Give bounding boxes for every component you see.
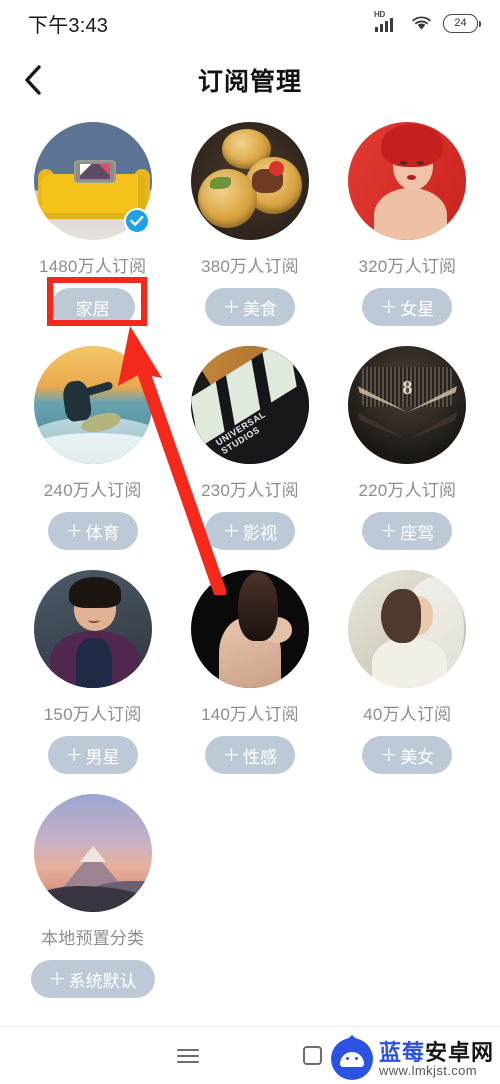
category-item-actor[interactable]: 150万人订阅 ＋ 男星 [14, 570, 171, 774]
plus-icon: ＋ [222, 745, 240, 765]
nav-menu-button[interactable] [125, 1027, 250, 1084]
category-button-label: 座驾 [400, 523, 435, 543]
avatar[interactable] [33, 346, 152, 464]
category-button-actress[interactable]: ＋ 女星 [362, 288, 453, 326]
category-item-sexy[interactable]: 140万人订阅 ＋ 性感 [171, 570, 328, 774]
phone-screen: 下午3:43 HD 24 订阅管理 1480万人订阅 家居 380万人订阅 ＋ … [0, 0, 500, 1084]
category-button-beauty[interactable]: ＋ 美女 [362, 736, 453, 774]
red-portrait-photo [348, 122, 467, 240]
avatar-wrap[interactable] [33, 794, 152, 912]
category-button-actor[interactable]: ＋ 男星 [47, 736, 138, 774]
plus-icon: ＋ [65, 521, 83, 541]
hamburger-menu-icon [176, 1045, 199, 1067]
category-button-label: 美女 [400, 747, 435, 767]
category-item-sports[interactable]: 240万人订阅 ＋ 体育 [14, 346, 171, 550]
square-recents-icon [303, 1046, 322, 1065]
clapperboard-photo: UNIVERSAL STUDIOS [190, 346, 309, 464]
avatar-wrap[interactable] [348, 122, 467, 240]
plus-icon: ＋ [380, 521, 398, 541]
category-item-home[interactable]: 1480万人订阅 家居 [14, 122, 171, 326]
category-item-cars[interactable]: 8 220万人订阅 ＋ 座驾 [329, 346, 486, 550]
subscriber-count: 150万人订阅 [43, 705, 142, 724]
category-button-label: 家居 [75, 299, 110, 319]
chevron-left-icon [24, 65, 42, 95]
avatar[interactable] [190, 570, 309, 688]
subscriber-count: 40万人订阅 [363, 705, 452, 724]
category-button-label: 男星 [85, 747, 120, 767]
male-celebrity-photo [33, 570, 152, 688]
avatar[interactable] [33, 794, 152, 912]
category-button-sexy[interactable]: ＋ 性感 [204, 736, 295, 774]
subscriber-count: 1480万人订阅 [38, 257, 147, 276]
subscriber-count: 320万人订阅 [358, 257, 457, 276]
avatar-wrap[interactable] [33, 122, 152, 240]
subscriber-count: 230万人订阅 [201, 481, 299, 500]
surfer-sunset-photo [33, 346, 152, 464]
nav-empty-slot [375, 1027, 500, 1084]
avatar-wrap[interactable] [33, 570, 152, 688]
plus-icon: ＋ [222, 297, 240, 317]
avatar[interactable]: UNIVERSAL STUDIOS [190, 346, 309, 464]
category-button-movies[interactable]: ＋ 影视 [204, 512, 295, 550]
category-button-label: 美食 [242, 299, 277, 319]
category-button-food[interactable]: ＋ 美食 [204, 288, 295, 326]
system-nav-bar [0, 1026, 500, 1084]
category-button-system-default[interactable]: ＋ 系统默认 [30, 960, 155, 998]
plus-icon: ＋ [380, 745, 398, 765]
battery-icon: 24 [443, 13, 481, 33]
plus-icon: ＋ [222, 521, 240, 541]
avatar[interactable] [348, 570, 467, 688]
battery-level: 24 [454, 16, 467, 29]
v8-car-emblem-photo: 8 [348, 346, 467, 464]
young-woman-photo [348, 570, 467, 688]
avatar[interactable] [33, 570, 152, 688]
subscriber-count: 本地预置分类 [41, 929, 145, 948]
category-button-cars[interactable]: ＋ 座驾 [362, 512, 453, 550]
nav-back-slot[interactable] [0, 1027, 125, 1084]
subscriber-count: 380万人订阅 [201, 257, 299, 276]
status-time: 下午3:43 [28, 14, 109, 37]
wifi-icon [411, 15, 432, 31]
category-item-food[interactable]: 380万人订阅 ＋ 美食 [171, 122, 328, 326]
avatar-wrap[interactable] [190, 122, 309, 240]
header-bar: 订阅管理 [0, 46, 500, 114]
avatar[interactable]: 8 [348, 346, 467, 464]
avatar[interactable] [348, 122, 467, 240]
category-button-sports[interactable]: ＋ 体育 [47, 512, 138, 550]
subscribed-check-icon [123, 208, 150, 234]
category-button-label: 系统默认 [68, 971, 137, 991]
mountain-sunset-photo [33, 794, 152, 912]
subscriber-count: 140万人订阅 [201, 705, 299, 724]
category-button-label: 女星 [400, 299, 435, 319]
avatar-wrap[interactable]: 8 [348, 346, 467, 464]
food-tarts-photo [190, 122, 309, 240]
status-icons: HD 24 [374, 10, 481, 33]
avatar-wrap[interactable]: UNIVERSAL STUDIOS [190, 346, 309, 464]
category-grid: 1480万人订阅 家居 380万人订阅 ＋ 美食 320万人订阅 ＋ 女星 24… [0, 122, 500, 1018]
category-item-system-default[interactable]: 本地预置分类 ＋ 系统默认 [14, 794, 171, 998]
category-button-home[interactable]: 家居 [50, 288, 135, 326]
category-item-beauty[interactable]: 40万人订阅 ＋ 美女 [329, 570, 486, 774]
category-item-actress[interactable]: 320万人订阅 ＋ 女星 [329, 122, 486, 326]
plus-icon: ＋ [48, 969, 66, 989]
category-button-label: 性感 [242, 747, 277, 767]
nav-recents-button[interactable] [250, 1027, 375, 1084]
signal-bars-icon: HD [374, 10, 400, 33]
status-bar: 下午3:43 HD 24 [0, 0, 500, 46]
page-title: 订阅管理 [197, 68, 302, 96]
category-button-label: 体育 [85, 523, 120, 543]
signal-bars-glyph [375, 18, 394, 32]
avatar[interactable] [190, 122, 309, 240]
back-button[interactable] [0, 46, 66, 114]
avatar-wrap[interactable] [190, 570, 309, 688]
category-item-movies[interactable]: UNIVERSAL STUDIOS 230万人订阅 ＋ 影视 [171, 346, 328, 550]
category-button-label: 影视 [242, 523, 277, 543]
bare-back-photo [190, 570, 309, 688]
plus-icon: ＋ [65, 745, 83, 765]
avatar-wrap[interactable] [348, 570, 467, 688]
plus-icon: ＋ [380, 297, 398, 317]
avatar-wrap[interactable] [33, 346, 152, 464]
subscriber-count: 220万人订阅 [358, 481, 457, 500]
subscriber-count: 240万人订阅 [43, 481, 142, 500]
